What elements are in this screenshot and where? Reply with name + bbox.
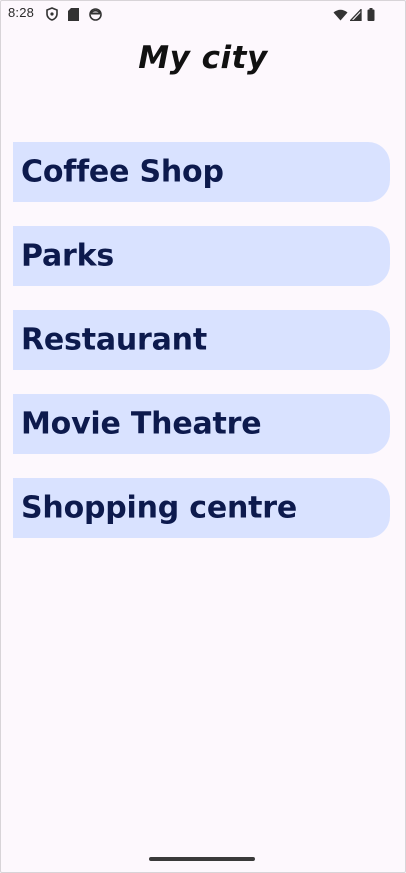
- category-label: Movie Theatre: [21, 406, 262, 442]
- category-item-coffee-shop[interactable]: Coffee Shop: [13, 142, 390, 202]
- category-item-restaurant[interactable]: Restaurant: [13, 310, 390, 370]
- category-label: Shopping centre: [21, 490, 298, 526]
- category-label: Restaurant: [21, 322, 207, 358]
- sd-card-icon: [68, 6, 79, 25]
- category-label: Parks: [21, 238, 115, 274]
- status-time: 8:28: [8, 5, 35, 20]
- status-bar: 8:28: [0, 0, 406, 26]
- app-title: My city: [138, 40, 268, 76]
- signal-icon: [348, 6, 362, 25]
- category-item-shopping-centre[interactable]: Shopping centre: [13, 478, 390, 538]
- category-item-parks[interactable]: Parks: [13, 226, 390, 286]
- gesture-navigation-handle[interactable]: [149, 857, 255, 861]
- category-list: Coffee Shop Parks Restaurant Movie Theat…: [13, 142, 390, 562]
- face-icon: [89, 6, 102, 25]
- category-label: Coffee Shop: [21, 154, 224, 190]
- shield-icon: [46, 6, 58, 25]
- battery-icon: [367, 6, 375, 25]
- wifi-icon: [333, 6, 348, 25]
- category-item-movie-theatre[interactable]: Movie Theatre: [13, 394, 390, 454]
